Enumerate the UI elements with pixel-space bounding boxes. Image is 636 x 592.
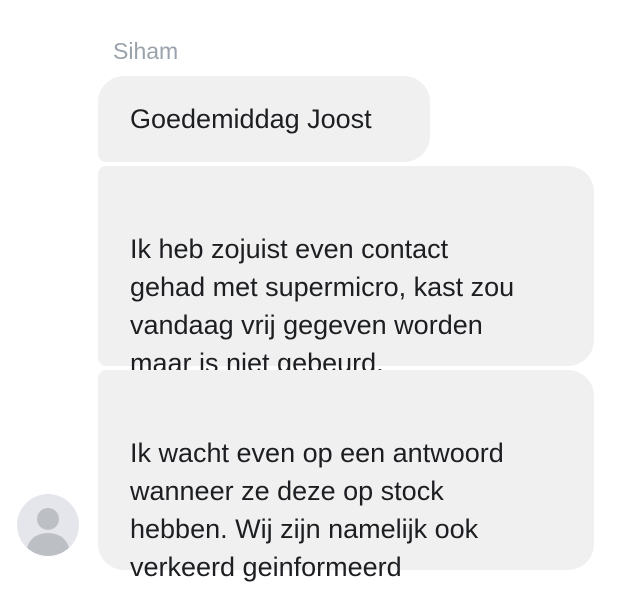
default-user-avatar-icon: [26, 508, 70, 556]
message-text: Goedemiddag Joost: [130, 104, 372, 134]
message-bubble[interactable]: Goedemiddag Joost: [98, 76, 430, 162]
sender-avatar[interactable]: [17, 494, 79, 556]
message-bubble[interactable]: Ik heb zojuist even contact gehad met su…: [98, 166, 594, 378]
message-text: Ik heb zojuist even contact gehad met su…: [130, 234, 515, 378]
sender-name: Siham: [113, 38, 179, 64]
message-bubble[interactable]: Ik wacht even op een antwoord wanneer ze…: [98, 370, 594, 582]
message-text: Ik wacht even op een antwoord wanneer ze…: [130, 438, 504, 582]
